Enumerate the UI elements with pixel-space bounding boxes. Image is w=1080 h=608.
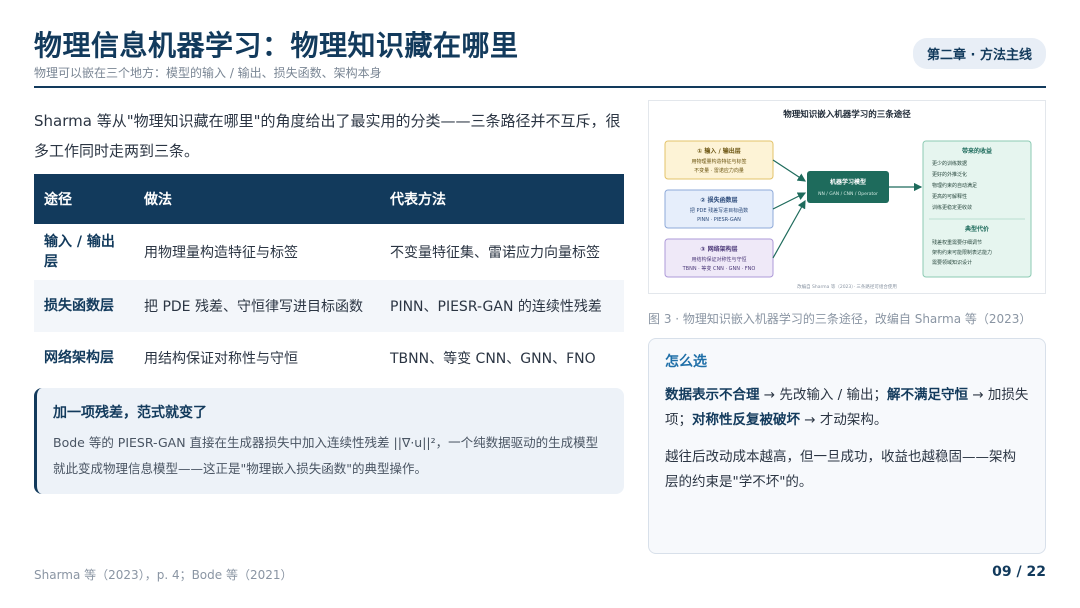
table-row: 输入 / 输出层 用物理量构造特征与标签 不变量特征集、雷诺应力向量标签 — [34, 224, 624, 280]
how-to-choose-panel: 怎么选 数据表示不合理 → 先改输入 / 输出；解不满足守恒 → 加损失项；对称… — [648, 338, 1046, 554]
box2-line1: 把 PDE 残差写进目标函数 — [690, 207, 748, 214]
choose-bold-1: 数据表示不合理 — [665, 387, 760, 403]
box1-title: ① 输入 / 输出层 — [697, 147, 741, 155]
box3-line1: 用结构保证对称性与守恒 — [691, 256, 746, 263]
diagram-right-outcomes: 带来的收益 更少的训练数据 更好的外推泛化 物理约束的自动满足 更高的可解释性 … — [922, 140, 1032, 278]
diagram-box-loss: ② 损失函数层 把 PDE 残差写进目标函数 PINN · PIESR-GAN — [664, 189, 774, 229]
right-item: 训练更稳定更收敛 — [932, 204, 972, 211]
right-bottom-line: 需要领域知识设计 — [932, 259, 972, 266]
paths-table: 途径 做法 代表方法 输入 / 输出层 用物理量构造特征与标签 不变量特征集、雷… — [34, 174, 624, 384]
row-path: 输入 / 输出层 — [34, 224, 134, 280]
choose-text-1: → 先改输入 / 输出； — [759, 387, 888, 403]
diagram-box-architecture: ③ 网络架构层 用结构保证对称性与守恒 TBNN · 等变 CNN · GNN … — [664, 238, 774, 278]
residual-callout: 加一项残差，范式就变了 Bode 等的 PIESR-GAN 直接在生成器损失中加… — [34, 388, 624, 494]
chapter-badge: 第二章 · 方法主线 — [913, 38, 1046, 69]
footer-source: Sharma 等（2023），p. 4；Bode 等（2021） — [34, 568, 293, 582]
box3-line2: TBNN · 等变 CNN · GNN · FNO — [682, 265, 756, 272]
right-bottom-line: 架构约束可能限制表达能力 — [932, 249, 992, 256]
table-header-examples: 代表方法 — [380, 174, 624, 224]
right-bottom-title: 典型代价 — [965, 225, 990, 233]
table-row: 损失函数层 把 PDE 残差、守恒律写进目标函数 PINN、PIESR-GAN … — [34, 280, 624, 332]
box3-title: ③ 网络架构层 — [700, 245, 737, 253]
choose-bold-3: 对称性反复被破坏 — [692, 412, 800, 428]
arrow-arch-to-model — [772, 199, 806, 259]
row-method: 用结构保证对称性与守恒 — [134, 332, 380, 384]
center-sub: NN / GAN / CNN / Operator — [818, 191, 878, 197]
diagram-note: 改编自 Sharma 等（2023）· 三条路径可组合使用 — [797, 283, 897, 290]
intro-paragraph: Sharma 等从"物理知识藏在哪里"的角度给出了最实用的分类——三条路径并不互… — [34, 112, 621, 160]
arrow-input-to-model — [772, 159, 807, 182]
diagram-box-input-output: ① 输入 / 输出层 用物理量构造特征与标签 不变量 · 雷诺应力向量 — [664, 140, 774, 180]
center-title: 机器学习模型 — [830, 178, 866, 186]
choose-title: 怎么选 — [665, 354, 707, 370]
diagram-title: 物理知识嵌入机器学习的三条途径 — [783, 109, 911, 120]
row-examples: 不变量特征集、雷诺应力向量标签 — [380, 224, 624, 280]
page-subtitle: 物理可以嵌在三个地方：模型的输入 / 输出、损失函数、架构本身 — [34, 66, 382, 80]
row-method: 用物理量构造特征与标签 — [134, 224, 380, 280]
header-divider — [34, 86, 1046, 88]
right-item: 更好的外推泛化 — [932, 171, 967, 178]
arrow-loss-to-model — [772, 192, 807, 210]
right-top-title: 带来的收益 — [962, 147, 992, 155]
choose-rule-paragraph: 数据表示不合理 → 先改输入 / 输出；解不满足守恒 → 加损失项；对称性反复被… — [665, 383, 1029, 433]
row-path: 损失函数层 — [34, 280, 134, 332]
table-header-method: 做法 — [134, 174, 380, 224]
page-title: 物理信息机器学习：物理知识藏在哪里 — [34, 29, 519, 62]
table-header-path: 途径 — [34, 174, 134, 224]
box1-line1: 用物理量构造特征与标签 — [691, 158, 746, 165]
right-item: 物理约束的自动满足 — [932, 182, 977, 189]
callout-title: 加一项残差，范式就变了 — [53, 405, 207, 421]
table-header-row: 途径 做法 代表方法 — [34, 174, 624, 224]
pathways-diagram: 物理知识嵌入机器学习的三条途径 ① 输入 / 输出层 用物理量构造特征与标签 不… — [648, 100, 1046, 294]
callout-text: Bode 等的 PIESR-GAN 直接在生成器损失中加入连续性残差 ||∇·u… — [53, 435, 599, 476]
choose-summary-paragraph: 越往后改动成本越高，但一旦成功，收益也越稳固——架构层的约束是"学不坏"的。 — [665, 449, 1016, 490]
right-item: 更少的训练数据 — [932, 160, 967, 167]
box2-title: ② 损失函数层 — [700, 196, 737, 204]
row-path: 网络架构层 — [34, 332, 134, 384]
row-examples: TBNN、等变 CNN、GNN、FNO — [380, 332, 624, 384]
row-examples: PINN、PIESR-GAN 的连续性残差 — [380, 280, 624, 332]
right-bottom-line: 残差权重需要仔细调节 — [932, 239, 982, 246]
box1-line2: 不变量 · 雷诺应力向量 — [694, 167, 744, 174]
diagram-center-model: 机器学习模型 NN / GAN / CNN / Operator — [807, 171, 889, 203]
choose-text-3: → 才动架构。 — [800, 412, 888, 428]
figure-caption: 图 3 · 物理知识嵌入机器学习的三条途径，改编自 Sharma 等（2023） — [648, 312, 1032, 326]
box2-line2: PINN · PIESR-GAN — [697, 217, 741, 223]
diagram-svg: 物理知识嵌入机器学习的三条途径 ① 输入 / 输出层 用物理量构造特征与标签 不… — [664, 109, 1032, 290]
page-number: 09 / 22 — [992, 564, 1046, 580]
row-method: 把 PDE 残差、守恒律写进目标函数 — [134, 280, 380, 332]
choose-bold-2: 解不满足守恒 — [887, 387, 969, 403]
table-row: 网络架构层 用结构保证对称性与守恒 TBNN、等变 CNN、GNN、FNO — [34, 332, 624, 384]
right-item: 更高的可解释性 — [932, 193, 967, 200]
